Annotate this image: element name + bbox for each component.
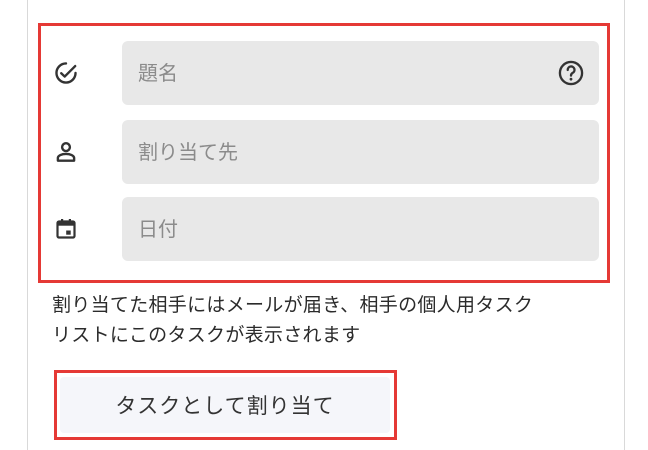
- date-row: [50, 197, 600, 261]
- date-field: [122, 197, 599, 261]
- assignee-row: [50, 120, 600, 184]
- calendar-icon: [50, 213, 82, 245]
- title-input[interactable]: [122, 41, 599, 105]
- date-input[interactable]: [122, 197, 599, 261]
- assignment-description: 割り当てた相手にはメールが届き、相手の個人用タスク リストにこのタスクが表示され…: [52, 294, 534, 346]
- help-circle-icon[interactable]: [555, 57, 587, 89]
- title-field: [122, 41, 599, 105]
- check-circle-icon: [50, 57, 82, 89]
- person-icon: [50, 136, 82, 168]
- assignee-field: [122, 120, 599, 184]
- assign-as-task-button[interactable]: タスクとして割り当て: [60, 377, 390, 433]
- title-row: [50, 41, 600, 105]
- assignee-input[interactable]: [122, 120, 599, 184]
